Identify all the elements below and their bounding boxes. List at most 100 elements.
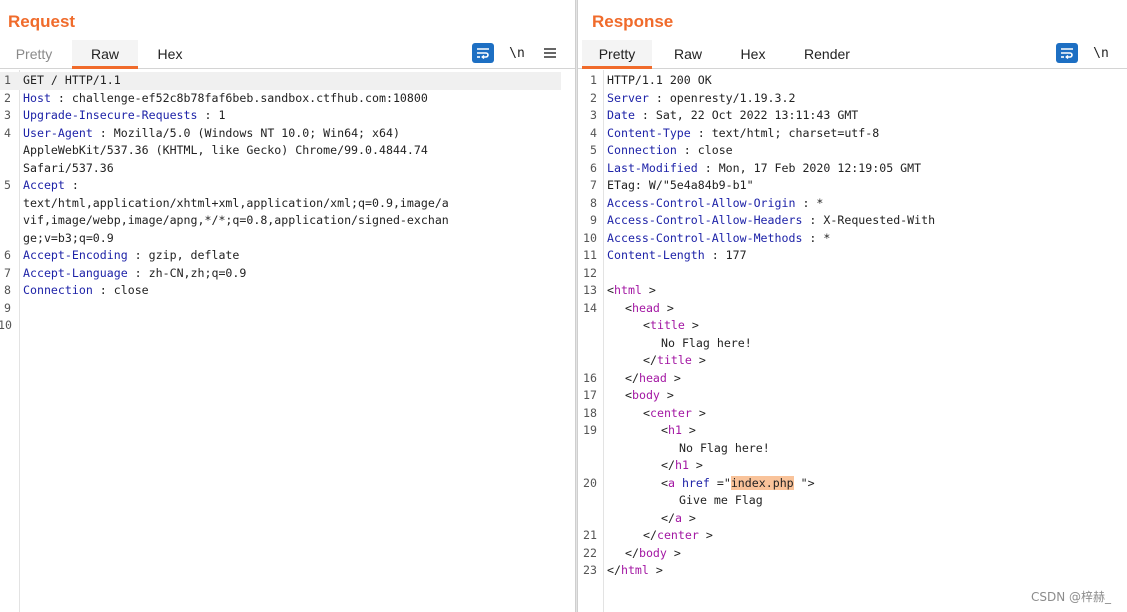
code-line: 8 Connection : close <box>0 282 575 300</box>
header-value: ge;v=b3;q=0.9 <box>23 230 114 245</box>
code-line: 3 Date : Sat, 22 Oct 2022 13:11:43 GMT <box>578 107 1127 125</box>
header-value: : * <box>795 195 824 210</box>
line-text: </body > <box>625 545 681 560</box>
word-wrap-icon[interactable] <box>1056 43 1078 63</box>
header-value: : 177 <box>704 248 747 262</box>
line-number: 22 <box>583 545 597 560</box>
line-number: 13 <box>583 283 597 297</box>
line-text: ge;v=b3;q=0.9 <box>23 230 114 248</box>
line-text: User-Agent : Mozilla/5.0 (Windows NT 10.… <box>23 125 400 143</box>
code-line: text/html,application/xhtml+xml,applicat… <box>0 195 575 213</box>
line-number: 8 <box>4 283 11 297</box>
html-tag: body <box>631 388 660 402</box>
header-key: User-Agent <box>23 125 93 140</box>
newline-toggle-icon[interactable]: \n <box>506 43 528 63</box>
line-text: <html > <box>607 283 656 297</box>
code-line: 13 <html > <box>578 282 1127 300</box>
line-text: </title > <box>643 353 706 367</box>
request-editor[interactable]: 1 GET / HTTP/1.1 2 Host : challenge-ef52c8b… <box>0 70 575 612</box>
line-text: ETag: W/"5e4a84b9-b1" <box>607 177 754 195</box>
code-line: 10 <box>0 317 575 335</box>
line-text: Content-Length : 177 <box>607 247 747 265</box>
header-key: Accept-Encoding <box>23 248 128 262</box>
response-tab-hex[interactable]: Hex <box>724 40 782 69</box>
line-text: text/html,application/xhtml+xml,applicat… <box>23 195 449 213</box>
response-tab-raw[interactable]: Raw <box>660 40 716 69</box>
newline-toggle-icon[interactable]: \n <box>1090 43 1112 63</box>
code-line: vif,image/webp,image/apng,*/*;q=0.8,appl… <box>0 212 575 230</box>
header-value: : close <box>676 143 733 157</box>
code-line: 23 </html > <box>578 562 1127 580</box>
header-key: Host <box>23 90 51 105</box>
line-number: 2 <box>4 90 11 105</box>
code-line: 10 Access-Control-Allow-Methods : * <box>578 230 1127 248</box>
response-tab-render[interactable]: Render <box>790 40 864 69</box>
code-line: 5 Accept : <box>0 177 575 195</box>
header-key: Last-Modified <box>607 160 698 175</box>
line-number: 17 <box>583 388 597 402</box>
code-line: 2 Host : challenge-ef52c8b78faf6beb.sandb… <box>0 90 575 108</box>
code-line: 8 Access-Control-Allow-Origin : * <box>578 195 1127 213</box>
html-tag: head <box>638 370 667 385</box>
line-text: Host : challenge-ef52c8b78faf6beb.sandbo… <box>23 90 428 108</box>
line-text: </h1 > <box>661 458 703 472</box>
html-tag: body <box>638 545 667 560</box>
line-text: vif,image/webp,image/apng,*/*;q=0.8,appl… <box>23 212 449 230</box>
line-number: 3 <box>4 108 11 122</box>
html-text: Give me Flag <box>679 493 763 507</box>
request-code: 1 GET / HTTP/1.1 2 Host : challenge-ef52c8b… <box>0 72 575 335</box>
response-pane: Response Pretty Raw Hex Render \n 1 HTTP/… <box>578 0 1127 612</box>
line-text: Accept-Encoding : gzip, deflate <box>23 247 239 265</box>
header-value: : 1 <box>197 108 226 122</box>
line-text: Accept-Language : zh-CN,zh;q=0.9 <box>23 265 246 283</box>
response-tab-pretty[interactable]: Pretty <box>582 40 652 69</box>
code-line: 4 Content-Type : text/html; charset=utf-8 <box>578 125 1127 143</box>
header-key: Connection <box>23 283 93 297</box>
code-line: 20 <a href ="index.php "> <box>578 475 1127 493</box>
code-line: </a > <box>578 510 1127 528</box>
html-tag: html <box>620 563 649 577</box>
line-number: 23 <box>583 563 597 577</box>
line-number: 7 <box>4 265 11 280</box>
response-title: Response <box>592 12 674 31</box>
header-key: Content-Type <box>607 125 691 140</box>
line-number: 2 <box>590 90 597 105</box>
line-text: No Flag here! <box>661 335 752 353</box>
html-tag: a <box>674 510 682 525</box>
code-line: 16 </head > <box>578 370 1127 388</box>
response-tabs: Pretty Raw Hex Render <box>578 40 1127 69</box>
line-number: 4 <box>590 125 597 140</box>
line-number: 1 <box>590 73 597 87</box>
header-key: Server <box>607 90 649 105</box>
request-title: Request <box>8 12 76 31</box>
header-value: : zh-CN,zh;q=0.9 <box>127 265 247 280</box>
code-line: 7 ETag: W/"5e4a84b9-b1" <box>578 177 1127 195</box>
line-number: 6 <box>590 160 597 175</box>
line-number: 6 <box>4 248 11 262</box>
code-line: <title > <box>578 317 1127 335</box>
request-tab-raw[interactable]: Raw <box>72 40 138 69</box>
line-number: 9 <box>590 213 597 227</box>
header-key: Access-Control-Allow-Headers <box>607 213 803 227</box>
line-number: 20 <box>583 475 597 490</box>
line-number: 21 <box>583 528 597 542</box>
html-tag: head <box>631 300 660 315</box>
header-value: ETag: W/"5e4a84b9-b1" <box>607 178 754 192</box>
line-text: </html > <box>607 563 663 577</box>
html-tag: title <box>656 353 692 367</box>
header-value: : challenge-ef52c8b78faf6beb.sandbox.ctf… <box>50 90 428 105</box>
response-editor[interactable]: 1 HTTP/1.1 200 OK 2 Server : openresty/1.19… <box>578 70 1127 612</box>
hamburger-menu-icon[interactable] <box>539 43 561 63</box>
line-text: </a > <box>661 510 696 525</box>
request-tab-hex[interactable]: Hex <box>140 40 200 69</box>
word-wrap-icon[interactable] <box>472 43 494 63</box>
header-value: : Mozilla/5.0 (Windows NT 10.0; Win64; x… <box>92 125 400 140</box>
line-text: Connection : close <box>23 282 149 300</box>
request-tab-pretty[interactable]: Pretty <box>0 40 68 69</box>
code-line: </title > <box>578 352 1127 370</box>
line-text: </center > <box>643 528 713 542</box>
html-text: No Flag here! <box>661 335 752 350</box>
line-text: Connection : close <box>607 142 733 160</box>
code-line: 22 </body > <box>578 545 1127 563</box>
line-number: 12 <box>583 265 597 280</box>
